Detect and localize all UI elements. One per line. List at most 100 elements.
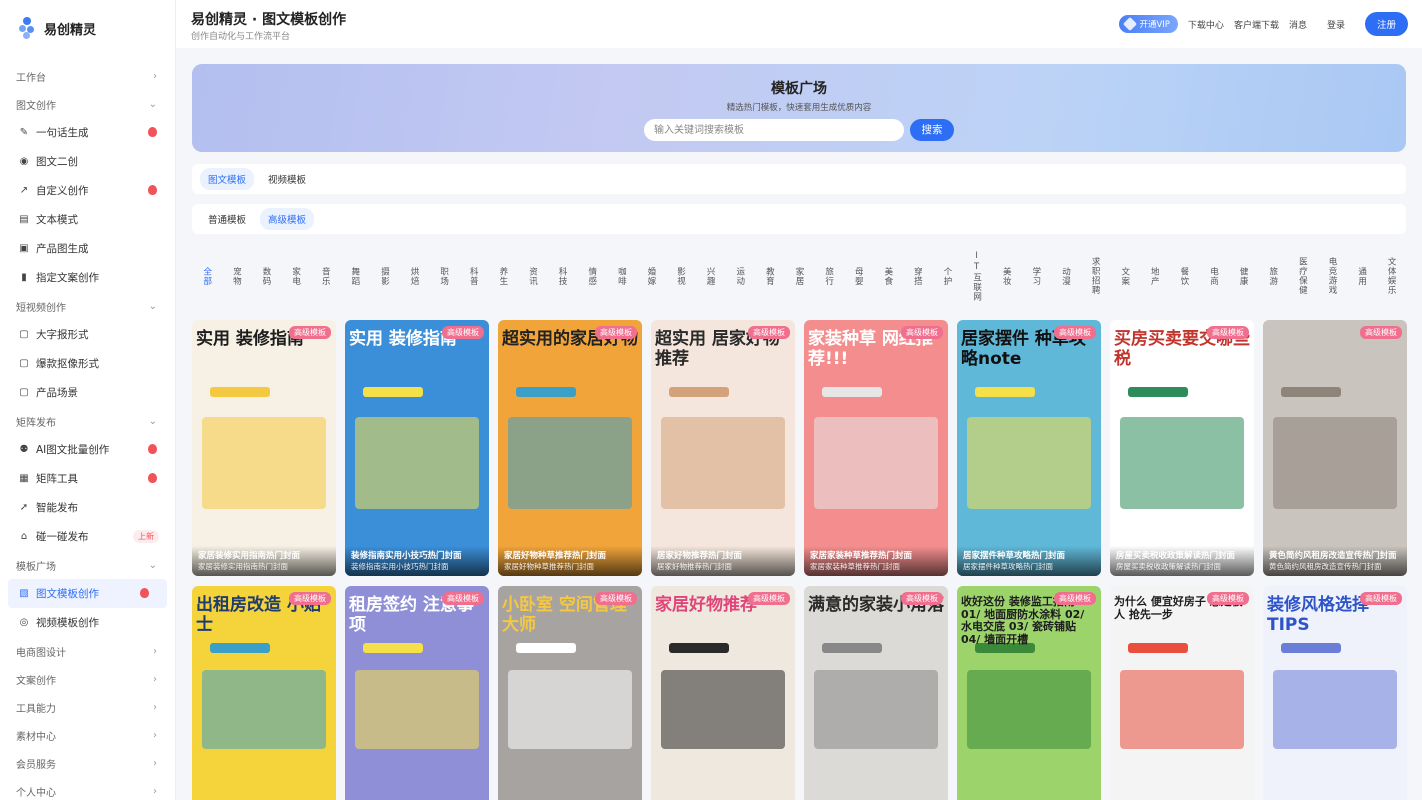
sidebar-item[interactable]: ▢ 产品场景 bbox=[0, 378, 175, 407]
template-card[interactable]: 超实用的家居好物 高级模板 家居好物种草推荐热门封面 家居好物种草推荐热门封面 bbox=[498, 320, 642, 576]
category-item[interactable]: 文体娱乐 bbox=[1376, 246, 1406, 306]
template-search-input[interactable] bbox=[644, 119, 904, 141]
category-item[interactable]: 文案 bbox=[1110, 246, 1140, 306]
category-item[interactable]: 医疗保健 bbox=[1288, 246, 1318, 306]
sidebar-group-header[interactable]: 模板广场 ⌄ bbox=[0, 551, 175, 579]
template-card[interactable]: 租房签约 注意事项 高级模板 bbox=[345, 586, 489, 800]
category-item[interactable]: 动漫 bbox=[1051, 246, 1081, 306]
sidebar-group-workspace[interactable]: 工作台 › bbox=[0, 62, 175, 90]
client-download-link[interactable]: 客户端下载 bbox=[1234, 18, 1279, 31]
sidebar-item[interactable]: ▦ 矩阵工具 bbox=[0, 464, 175, 493]
sidebar-item[interactable]: ↗ 自定义创作 bbox=[0, 176, 175, 205]
category-item[interactable]: 旅行 bbox=[814, 246, 844, 306]
category-item[interactable]: 烘焙 bbox=[399, 246, 429, 306]
category-item[interactable]: 通用 bbox=[1347, 246, 1377, 306]
category-item[interactable]: 数码 bbox=[251, 246, 281, 306]
sidebar-group-header[interactable]: 图文创作 ⌄ bbox=[0, 90, 175, 118]
template-card[interactable]: 居家摆件 种草攻略note 高级模板 居家摆件种草攻略热门封面 居家摆件种草攻略热门封… bbox=[957, 320, 1101, 576]
template-card[interactable]: 小卧室 空间管理大师 高级模板 bbox=[498, 586, 642, 800]
sidebar-group-header[interactable]: 素材中心 › bbox=[0, 721, 175, 749]
sidebar-group-header[interactable]: 矩阵发布 ⌄ bbox=[0, 407, 175, 435]
category-item[interactable]: 健康 bbox=[1228, 246, 1258, 306]
category-item[interactable]: 婚嫁 bbox=[636, 246, 666, 306]
template-card[interactable]: 高级模板 黄色简约风租房改造宣传热门封面 黄色简约风租房改造宣传热门封面 bbox=[1263, 320, 1407, 576]
template-card[interactable]: 为什么 便宜好房子 总是被人 抢先一步 高级模板 bbox=[1110, 586, 1254, 800]
category-item[interactable]: 养生 bbox=[488, 246, 518, 306]
sidebar-group-header[interactable]: 短视频创作 ⌄ bbox=[0, 292, 175, 320]
category-item[interactable]: 摄影 bbox=[370, 246, 400, 306]
category-item[interactable]: 兴趣 bbox=[695, 246, 725, 306]
category-item[interactable]: IT互联网 bbox=[962, 246, 992, 306]
template-card[interactable]: 买房买卖要交哪些税 高级模板 房屋买卖税收政策解读热门封面 房屋买卖税收政策解读热门封… bbox=[1110, 320, 1254, 576]
category-item[interactable]: 地产 bbox=[1140, 246, 1170, 306]
premium-badge: 高级模板 bbox=[901, 326, 943, 339]
category-item[interactable]: 教育 bbox=[755, 246, 785, 306]
category-item[interactable]: 科普 bbox=[458, 246, 488, 306]
sidebar-item[interactable]: ▧ 图文模板创作 bbox=[8, 579, 167, 608]
chevron-right-icon: › bbox=[153, 70, 157, 82]
sidebar-group-header[interactable]: 电商图设计 › bbox=[0, 637, 175, 665]
category-item[interactable]: 舞蹈 bbox=[340, 246, 370, 306]
sidebar-item[interactable]: ◎ 视频模板创作 bbox=[0, 608, 175, 637]
template-card[interactable]: 超实用 居家好物 推荐 高级模板 居家好物推荐热门封面 居家好物推荐热门封面 bbox=[651, 320, 795, 576]
category-item[interactable]: 电商 bbox=[1199, 246, 1229, 306]
template-card[interactable]: 出租房改造 小贴士 高级模板 bbox=[192, 586, 336, 800]
download-center-link[interactable]: 下载中心 bbox=[1188, 18, 1224, 31]
category-item[interactable]: 影视 bbox=[666, 246, 696, 306]
category-item[interactable]: 个护 bbox=[932, 246, 962, 306]
template-card[interactable]: 实用 装修指南 高级模板 装修指南实用小技巧热门封面 装修指南实用小技巧热门封面 bbox=[345, 320, 489, 576]
tab-advanced-template[interactable]: 高级模板 bbox=[260, 208, 315, 230]
category-item[interactable]: 科技 bbox=[547, 246, 577, 306]
category-item[interactable]: 母婴 bbox=[843, 246, 873, 306]
category-item[interactable]: 餐饮 bbox=[1169, 246, 1199, 306]
category-item[interactable]: 美食 bbox=[873, 246, 903, 306]
category-item[interactable]: 情感 bbox=[577, 246, 607, 306]
tab-image-text-template[interactable]: 图文模板 bbox=[200, 168, 255, 190]
sidebar-group-header[interactable]: 会员服务 › bbox=[0, 749, 175, 777]
sidebar-item[interactable]: ✎ 一句话生成 bbox=[0, 118, 175, 147]
card-illustration-accent bbox=[822, 643, 882, 653]
category-item[interactable]: 旅游 bbox=[1258, 246, 1288, 306]
sidebar-item[interactable]: ▢ 大字报形式 bbox=[0, 320, 175, 349]
messages-link[interactable]: 消息 bbox=[1289, 18, 1307, 31]
vip-button[interactable]: 开通VIP bbox=[1119, 15, 1178, 33]
category-item[interactable]: 宠物 bbox=[222, 246, 252, 306]
sidebar-item[interactable]: ⚉ AI图文批量创作 bbox=[0, 435, 175, 464]
category-item[interactable]: 求职招聘 bbox=[1080, 246, 1110, 306]
template-card[interactable]: 实用 装修指南 高级模板 家居装修实用指南热门封面 家居装修实用指南热门封面 bbox=[192, 320, 336, 576]
sidebar-group-header[interactable]: 工具能力 › bbox=[0, 693, 175, 721]
category-item[interactable]: 电竞游戏 bbox=[1317, 246, 1347, 306]
sidebar-group-header[interactable]: 文案创作 › bbox=[0, 665, 175, 693]
category-item[interactable]: 穿搭 bbox=[903, 246, 933, 306]
template-card[interactable]: 满意的家装小角落 高级模板 bbox=[804, 586, 948, 800]
category-item[interactable]: 家电 bbox=[281, 246, 311, 306]
category-item[interactable]: 学习 bbox=[1021, 246, 1051, 306]
sidebar-item[interactable]: ▢ 爆款抠像形式 bbox=[0, 349, 175, 378]
sidebar-item[interactable]: ➚ 智能发布 bbox=[0, 493, 175, 522]
category-item[interactable]: 音乐 bbox=[310, 246, 340, 306]
sidebar-item[interactable]: ◉ 图文二创 bbox=[0, 147, 175, 176]
category-item[interactable]: 运动 bbox=[725, 246, 755, 306]
tab-normal-template[interactable]: 普通模板 bbox=[200, 208, 254, 230]
template-card[interactable]: 收好这份 装修监工指南 01/ 地面厨防水涂料 02/ 水电交底 03/ 瓷砖铺… bbox=[957, 586, 1101, 800]
card-illustration bbox=[508, 417, 632, 509]
category-item[interactable]: 家居 bbox=[784, 246, 814, 306]
category-item[interactable]: 咖啡 bbox=[607, 246, 637, 306]
tab-video-template[interactable]: 视频模板 bbox=[260, 168, 314, 190]
category-item[interactable]: 职场 bbox=[429, 246, 459, 306]
search-button[interactable]: 搜索 bbox=[910, 119, 954, 141]
category-item[interactable]: 美妆 bbox=[991, 246, 1021, 306]
sidebar-group-header[interactable]: 个人中心 › bbox=[0, 777, 175, 800]
sidebar-item[interactable]: ▣ 产品图生成 bbox=[0, 234, 175, 263]
register-button[interactable]: 注册 bbox=[1364, 12, 1408, 36]
login-button[interactable]: 登录 bbox=[1317, 14, 1355, 35]
category-item[interactable]: 全部 bbox=[192, 246, 222, 306]
template-card[interactable]: 家居好物推荐 高级模板 bbox=[651, 586, 795, 800]
template-card[interactable]: 家装种草 网红推荐!!! 高级模板 家居家装种草推荐热门封面 家居家装种草推荐热门封面 bbox=[804, 320, 948, 576]
category-item[interactable]: 资讯 bbox=[518, 246, 548, 306]
sidebar-item[interactable]: ▤ 文本模式 bbox=[0, 205, 175, 234]
app-logo[interactable]: 易创精灵 bbox=[0, 0, 175, 56]
template-card[interactable]: 装修风格选择TIPS 高级模板 bbox=[1263, 586, 1407, 800]
sidebar-item[interactable]: ▮ 指定文案创作 bbox=[0, 263, 175, 292]
sidebar-item[interactable]: ⌂ 碰一碰发布 上新 bbox=[0, 522, 175, 551]
